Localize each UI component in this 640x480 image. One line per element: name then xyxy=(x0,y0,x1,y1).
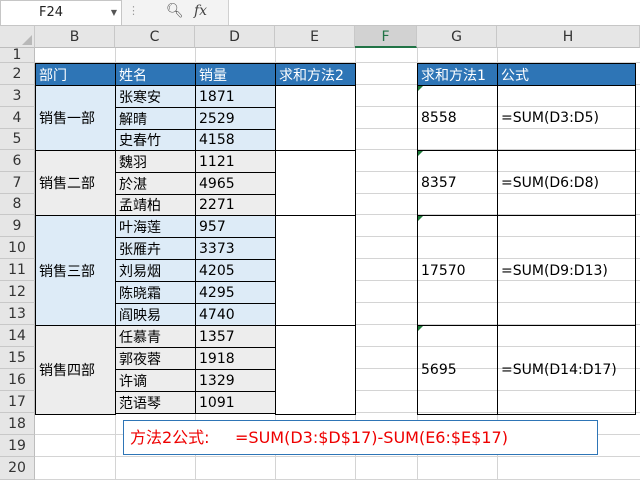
sales-cell[interactable]: 4158 xyxy=(195,129,276,151)
sum-method-2-cell[interactable] xyxy=(275,85,356,151)
name-cell[interactable]: 任慕青 xyxy=(115,325,196,348)
row-header-7[interactable]: 7 xyxy=(0,172,35,194)
name-cell[interactable]: 郭夜蓉 xyxy=(115,347,196,370)
formula-input[interactable] xyxy=(228,0,640,25)
name-cell[interactable]: 张雁卉 xyxy=(115,237,196,260)
function-icon[interactable]: fx xyxy=(194,3,207,19)
name-box-value: F24 xyxy=(39,5,64,20)
formula-cell[interactable]: =SUM(D6:D8) xyxy=(497,150,636,216)
note-label: 方法2公式: xyxy=(130,428,210,447)
sales-cell[interactable]: 4295 xyxy=(195,281,276,304)
row-header-10[interactable]: 10 xyxy=(0,237,35,259)
sum-method-1-cell[interactable]: 17570 xyxy=(417,215,498,326)
sales-cell[interactable]: 4740 xyxy=(195,303,276,326)
formula-cell[interactable]: =SUM(D9:D13) xyxy=(497,215,636,326)
header-department[interactable]: 部门 xyxy=(35,63,116,86)
sales-cell[interactable]: 2271 xyxy=(195,194,276,216)
name-cell[interactable]: 魏羽 xyxy=(115,150,196,173)
row-header-6[interactable]: 6 xyxy=(0,150,35,172)
department-cell[interactable]: 销售二部 xyxy=(35,150,116,216)
department-cell[interactable]: 销售四部 xyxy=(35,325,116,415)
department-cell[interactable]: 销售三部 xyxy=(35,215,116,326)
row-header-14[interactable]: 14 xyxy=(0,325,35,347)
zoom-icon[interactable]: 🔍︎ xyxy=(166,3,184,19)
formula-bar: ⋮ 🔍︎ fx xyxy=(122,0,640,26)
header-sum-method-2[interactable]: 求和方法2 xyxy=(275,63,356,86)
name-cell[interactable]: 孟靖柏 xyxy=(115,194,196,216)
row-header-2[interactable]: 2 xyxy=(0,63,35,85)
row-header-19[interactable]: 19 xyxy=(0,435,35,457)
row-header-15[interactable]: 15 xyxy=(0,347,35,369)
drag-handle-icon[interactable]: ⋮ xyxy=(128,4,140,17)
sum-method-1-cell[interactable]: 8357 xyxy=(417,150,498,216)
row-header-4[interactable]: 4 xyxy=(0,107,35,129)
sum-method-1-cell[interactable]: 5695 xyxy=(417,325,498,415)
column-header-d[interactable]: D xyxy=(195,26,275,48)
name-cell[interactable]: 张寒安 xyxy=(115,85,196,108)
column-header-f[interactable]: F xyxy=(355,26,417,48)
row-header-8[interactable]: 8 xyxy=(0,194,35,215)
row-header-11[interactable]: 11 xyxy=(0,259,35,281)
column-header-c[interactable]: C xyxy=(115,26,195,48)
row-header-1[interactable]: 1 xyxy=(0,48,35,63)
header-formula[interactable]: 公式 xyxy=(497,63,636,86)
row-header-17[interactable]: 17 xyxy=(0,391,35,413)
method-2-note: 方法2公式: =SUM(D3:$D$17)-SUM(E6:$E$17) xyxy=(123,420,598,455)
sales-cell[interactable]: 3373 xyxy=(195,237,276,260)
name-cell[interactable]: 叶海莲 xyxy=(115,215,196,238)
sum-method-2-cell[interactable] xyxy=(275,150,356,216)
sales-cell[interactable]: 2529 xyxy=(195,107,276,130)
name-cell[interactable]: 陈晓霜 xyxy=(115,281,196,304)
header-sum-method-1[interactable]: 求和方法1 xyxy=(417,63,498,86)
sales-cell[interactable]: 1357 xyxy=(195,325,276,348)
formula-cell[interactable]: =SUM(D3:D5) xyxy=(497,85,636,151)
sum-method-2-cell[interactable] xyxy=(275,215,356,326)
row-header-5[interactable]: 5 xyxy=(0,129,35,150)
row-header-18[interactable]: 18 xyxy=(0,413,35,435)
sales-cell[interactable]: 1918 xyxy=(195,347,276,370)
name-box[interactable]: F24 ▼ xyxy=(0,0,122,26)
header-sales[interactable]: 销量 xyxy=(195,63,276,86)
formula-cell[interactable]: =SUM(D14:D17) xyxy=(497,325,636,415)
column-header-g[interactable]: G xyxy=(417,26,497,48)
sales-cell[interactable]: 1329 xyxy=(195,369,276,392)
sales-cell[interactable]: 4205 xyxy=(195,259,276,282)
sum-method-1-cell[interactable]: 8558 xyxy=(417,85,498,151)
name-cell[interactable]: 解晴 xyxy=(115,107,196,130)
name-cell[interactable]: 范语琴 xyxy=(115,391,196,414)
name-cell[interactable]: 许谪 xyxy=(115,369,196,392)
row-header-20[interactable]: 20 xyxy=(0,457,35,480)
header-name[interactable]: 姓名 xyxy=(115,63,196,86)
row-header-16[interactable]: 16 xyxy=(0,369,35,391)
sales-cell[interactable]: 4965 xyxy=(195,172,276,195)
sales-cell[interactable]: 957 xyxy=(195,215,276,238)
name-cell[interactable]: 於湛 xyxy=(115,172,196,195)
sales-cell[interactable]: 1121 xyxy=(195,150,276,173)
chevron-down-icon[interactable]: ▼ xyxy=(111,1,117,25)
sum-method-2-cell[interactable] xyxy=(275,325,356,415)
sales-cell[interactable]: 1091 xyxy=(195,391,276,414)
row-header-9[interactable]: 9 xyxy=(0,215,35,237)
sales-cell[interactable]: 1871 xyxy=(195,85,276,108)
name-cell[interactable]: 史春竹 xyxy=(115,129,196,151)
column-header-e[interactable]: E xyxy=(275,26,355,48)
name-cell[interactable]: 刘易烟 xyxy=(115,259,196,282)
name-cell[interactable]: 阎映易 xyxy=(115,303,196,326)
column-header-b[interactable]: B xyxy=(35,26,115,48)
note-formula: =SUM(D3:$D$17)-SUM(E6:$E$17) xyxy=(235,428,508,447)
department-cell[interactable]: 销售一部 xyxy=(35,85,116,151)
column-header-h[interactable]: H xyxy=(497,26,640,48)
select-all-corner[interactable] xyxy=(0,26,35,48)
row-header-12[interactable]: 12 xyxy=(0,281,35,303)
row-header-13[interactable]: 13 xyxy=(0,303,35,325)
row-header-3[interactable]: 3 xyxy=(0,85,35,107)
